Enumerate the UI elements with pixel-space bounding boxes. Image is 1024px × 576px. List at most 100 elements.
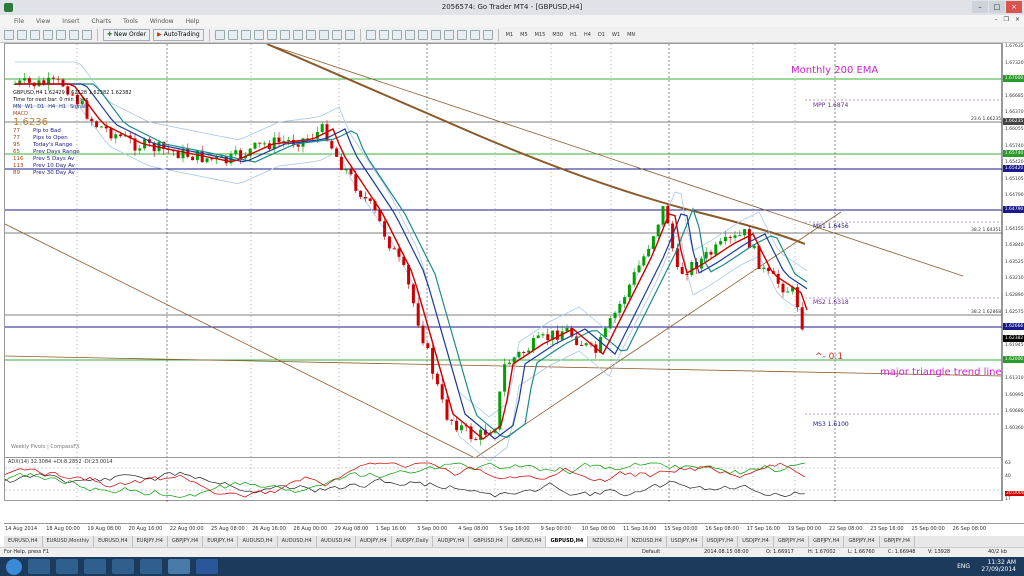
horizontal-line-icon[interactable] bbox=[404, 29, 415, 40]
zoom-in-icon[interactable] bbox=[253, 29, 264, 40]
chart-tab[interactable]: USDJPY,H4 bbox=[738, 536, 774, 547]
minimize-button[interactable]: – bbox=[972, 1, 988, 13]
chart-tab[interactable]: AUDJPY,Daily bbox=[392, 536, 434, 547]
signal-tf-h4: H4 bbox=[48, 104, 56, 110]
time-scale-label: 1 Sep 16:00 bbox=[375, 526, 406, 532]
chart-tab[interactable]: GBPUSD,H4 bbox=[546, 536, 589, 547]
chart-tab[interactable]: GBPJPY,H4 bbox=[168, 536, 204, 547]
text-icon[interactable] bbox=[456, 29, 467, 40]
tf-m1[interactable]: M1 bbox=[504, 32, 516, 38]
templates-icon[interactable] bbox=[344, 29, 355, 40]
mdi-minimize-button[interactable]: – bbox=[995, 16, 998, 23]
chart-tab[interactable]: AUDUSD,H4 bbox=[317, 536, 356, 547]
new-order-button[interactable]: ✚ New Order bbox=[103, 28, 151, 41]
language-indicator[interactable]: ENG bbox=[957, 563, 970, 570]
menu-charts[interactable]: Charts bbox=[92, 18, 112, 25]
chart-shift-icon[interactable] bbox=[305, 29, 316, 40]
tf-m15[interactable]: M15 bbox=[533, 32, 548, 38]
menu-insert[interactable]: Insert bbox=[62, 18, 79, 25]
tf-h1[interactable]: H1 bbox=[568, 32, 579, 38]
trendline-icon[interactable] bbox=[417, 29, 428, 40]
channel-icon[interactable] bbox=[430, 29, 441, 40]
candlestick-icon[interactable] bbox=[227, 29, 238, 40]
chart-tab[interactable]: NZDUSD,H4 bbox=[588, 536, 628, 547]
chart-tab[interactable]: AUDUSD,H4 bbox=[238, 536, 278, 547]
bar-chart-icon[interactable] bbox=[214, 29, 225, 40]
info-num: 77 bbox=[13, 128, 20, 134]
chart-tab[interactable]: GBPUSD,H4 bbox=[508, 536, 547, 547]
cursor-icon[interactable] bbox=[365, 29, 376, 40]
chart-tab[interactable]: USDJPY,H4 bbox=[667, 536, 703, 547]
tile-windows-icon[interactable] bbox=[279, 29, 290, 40]
mdi-restore-button[interactable]: ❐ bbox=[1004, 16, 1009, 23]
mt4-taskbar-icon[interactable] bbox=[168, 559, 190, 574]
periods-icon[interactable] bbox=[331, 29, 342, 40]
autotrading-button[interactable]: ▶ AutoTrading bbox=[153, 28, 204, 41]
menu-file[interactable]: File bbox=[14, 18, 24, 25]
price-scale-label: 1.61945 bbox=[1005, 342, 1024, 348]
tf-w1[interactable]: W1 bbox=[610, 32, 622, 38]
tf-mn[interactable]: MN bbox=[625, 32, 637, 38]
candle-body bbox=[440, 384, 444, 400]
chart-tab[interactable]: GBPJPY,H4 bbox=[809, 536, 845, 547]
price-tag: 1.64790 bbox=[1003, 206, 1024, 213]
info-num: 116 bbox=[13, 156, 24, 162]
word-icon[interactable] bbox=[196, 559, 218, 574]
vertical-line-icon[interactable] bbox=[391, 29, 402, 40]
strategy-tester-icon[interactable] bbox=[82, 29, 92, 40]
chart-tab[interactable]: USDJPY,H4 bbox=[703, 536, 739, 547]
menu-help[interactable]: Help bbox=[186, 18, 200, 25]
chart-tab[interactable]: AUDJPY,H4 bbox=[433, 536, 470, 547]
navigator-icon[interactable] bbox=[56, 29, 66, 40]
explorer-icon[interactable] bbox=[28, 559, 50, 574]
chart-tab[interactable]: EURUSD,H4 bbox=[94, 536, 133, 547]
chart-tab[interactable]: EURJPY,H4 bbox=[203, 536, 239, 547]
menu-view[interactable]: View bbox=[36, 18, 50, 25]
new-chart-icon[interactable] bbox=[4, 29, 14, 40]
market-watch-icon[interactable] bbox=[30, 29, 40, 40]
tf-m5[interactable]: M5 bbox=[518, 32, 530, 38]
app-icon-5[interactable] bbox=[140, 559, 162, 574]
clock-date: 27/09/2014 bbox=[981, 566, 1016, 573]
data-window-icon[interactable] bbox=[43, 29, 53, 40]
chart-tab[interactable]: GBPJPY,H4 bbox=[774, 536, 810, 547]
ma-mid-line bbox=[15, 83, 808, 439]
crosshair-icon[interactable] bbox=[378, 29, 389, 40]
tf-d1[interactable]: D1 bbox=[596, 32, 607, 38]
status-close: C: 1.66948 bbox=[888, 549, 916, 555]
zoom-out-icon[interactable] bbox=[266, 29, 277, 40]
chart-tab[interactable]: EURJPY,H4 bbox=[133, 536, 168, 547]
maximize-button[interactable]: □ bbox=[989, 1, 1005, 13]
chrome-icon[interactable] bbox=[84, 559, 106, 574]
adx-panel[interactable]: ADX(14) 32.3084 +DI:8.2852 -DI:23.0014 bbox=[5, 457, 1001, 502]
chart-tab[interactable]: EURUSD,H4 bbox=[4, 536, 43, 547]
start-icon[interactable] bbox=[6, 558, 22, 575]
tf-h4[interactable]: H4 bbox=[582, 32, 593, 38]
mdi-close-button[interactable]: × bbox=[1015, 16, 1020, 23]
label-icon[interactable] bbox=[469, 29, 480, 40]
line-chart-icon[interactable] bbox=[240, 29, 251, 40]
arrows-icon[interactable] bbox=[482, 29, 493, 40]
price-chart[interactable]: Weekly Pivots | CompassFX Monthly 200 EM… bbox=[4, 43, 1003, 502]
menu-window[interactable]: Window bbox=[150, 18, 174, 25]
fibonacci-icon[interactable] bbox=[443, 29, 454, 40]
bollinger-lower bbox=[15, 105, 808, 462]
terminal-icon[interactable] bbox=[69, 29, 79, 40]
notepad-icon[interactable] bbox=[112, 559, 134, 574]
chart-tab[interactable]: GBPJPY,H4 bbox=[880, 536, 916, 547]
menu-tools[interactable]: Tools bbox=[123, 18, 138, 25]
auto-scroll-icon[interactable] bbox=[292, 29, 303, 40]
profiles-icon[interactable] bbox=[17, 29, 27, 40]
chart-tab[interactable]: GBPUSD,H4 bbox=[469, 536, 508, 547]
chart-tab[interactable]: AUDJPY,H4 bbox=[356, 536, 392, 547]
tf-m30[interactable]: M30 bbox=[550, 32, 565, 38]
time-scale-label: 15 Sep 00:00 bbox=[664, 526, 698, 532]
media-player-icon[interactable] bbox=[56, 559, 78, 574]
price-scale[interactable]: 1.67635 1.67320 1.67000 1.66685 1.66370 1.660… bbox=[1002, 43, 1024, 502]
chart-tab[interactable]: GBPJPY,H4 bbox=[844, 536, 880, 547]
chart-tab[interactable]: EURUSD,Monthly bbox=[43, 536, 95, 547]
indicators-icon[interactable] bbox=[318, 29, 329, 40]
chart-tab[interactable]: NZDUSD,H4 bbox=[628, 536, 667, 547]
close-button[interactable]: × bbox=[1006, 1, 1022, 13]
chart-tab[interactable]: AUDUSD,H4 bbox=[278, 536, 317, 547]
